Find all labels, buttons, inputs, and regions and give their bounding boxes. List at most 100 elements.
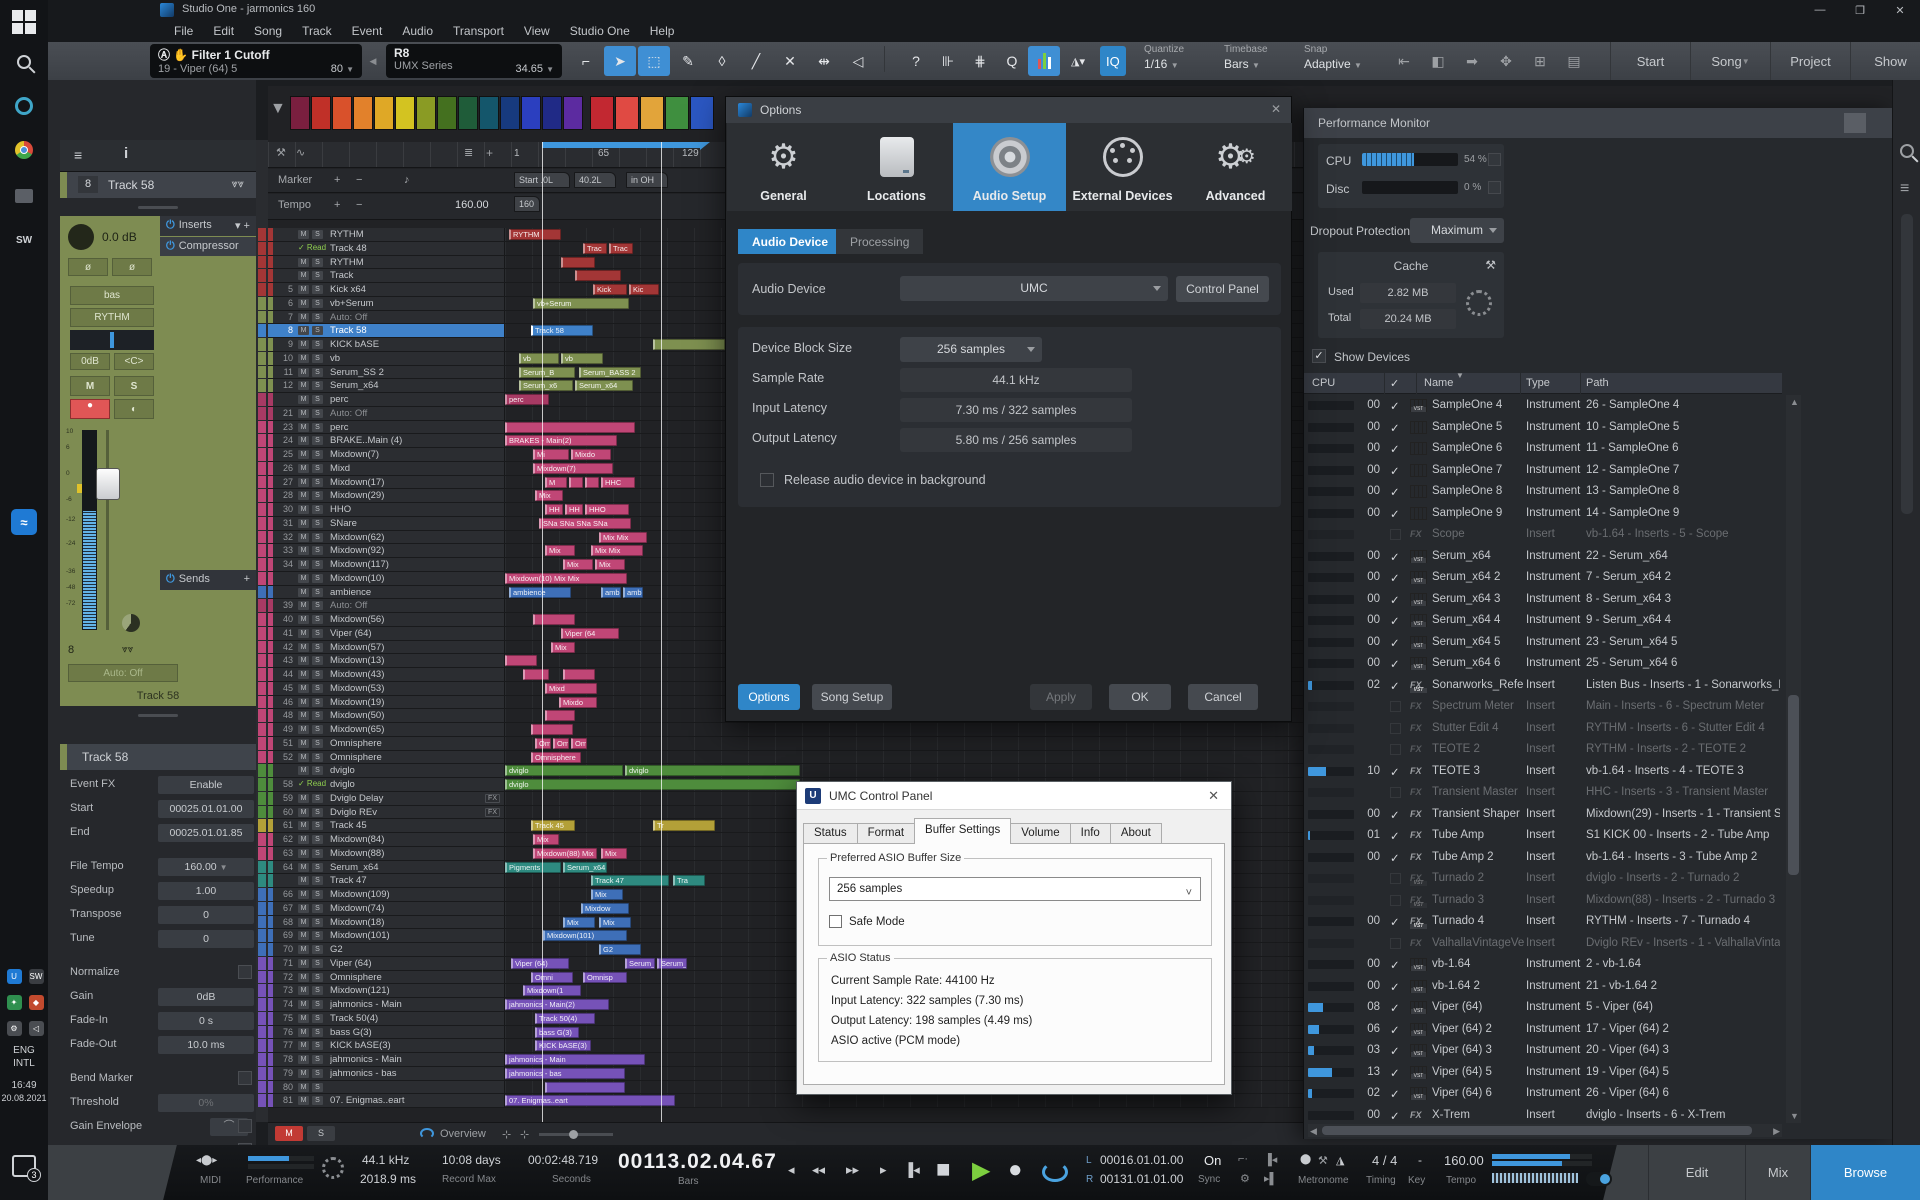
overview-label[interactable]: Overview [440, 1128, 486, 1140]
track-solo[interactable]: S [312, 739, 323, 748]
track-solo[interactable]: S [312, 821, 323, 830]
performance-monitor-titlebar[interactable]: Performance Monitor [1304, 108, 1892, 138]
audio-clip[interactable]: Kick [593, 284, 627, 295]
track-solo[interactable]: S [312, 615, 323, 624]
track-mute[interactable]: M [298, 258, 309, 267]
mute-button[interactable]: M [70, 376, 110, 396]
track-mute[interactable]: M [298, 711, 309, 720]
panel-close-icon[interactable] [1844, 113, 1866, 133]
device-checkbox[interactable]: ✓ [1390, 464, 1400, 478]
device-checkbox[interactable]: ✓ [1390, 829, 1400, 843]
menu-track[interactable]: Track [294, 22, 340, 40]
track-mute[interactable]: M [298, 739, 309, 748]
track-mute[interactable]: M [298, 313, 309, 322]
global-mute-button[interactable]: M [275, 1126, 303, 1141]
param-value[interactable]: 10.0 ms [158, 1036, 254, 1054]
maximize-button[interactable]: ❐ [1840, 0, 1880, 20]
phase-left-button[interactable]: ø [68, 258, 108, 276]
audio-clip[interactable]: Om [553, 738, 569, 749]
audio-clip[interactable]: dviglo [505, 765, 623, 776]
audio-clip[interactable]: Omni [531, 972, 573, 983]
audio-clip[interactable]: dviglo [505, 779, 800, 790]
track-header[interactable]: 23MSperc [268, 421, 505, 434]
track-solo[interactable]: S [312, 368, 323, 377]
meter-toggle[interactable] [1586, 1172, 1612, 1186]
audio-clip[interactable]: Track 50(4) [535, 1013, 595, 1024]
param-value[interactable]: 0 s [158, 1012, 254, 1030]
device-checkbox[interactable]: ✓ [1390, 571, 1400, 585]
track-header[interactable]: 72MSOmnisphere [268, 971, 505, 984]
audio-clip[interactable]: Mix [551, 642, 575, 653]
device-row[interactable]: 00✓SampleOne 4Instrument26 - SampleOne 4 [1304, 395, 1782, 417]
dialog-close-icon[interactable]: ✕ [1271, 102, 1281, 116]
group-quantize[interactable]: Quantize1/16 ▼ [1144, 44, 1216, 78]
palette-color[interactable] [479, 96, 499, 130]
palette-color[interactable] [640, 96, 664, 130]
track-solo[interactable]: S [312, 904, 323, 913]
device-row[interactable]: FXStutter Edit 4InsertRYTHM - Inserts - … [1304, 718, 1782, 740]
track-mute[interactable]: M [298, 670, 309, 679]
track-mute[interactable]: M [298, 959, 309, 968]
device-checkbox[interactable]: ✓ [1390, 980, 1400, 994]
track-mute[interactable]: M [298, 1041, 309, 1050]
arranger-icon[interactable]: ◮▾ [1062, 46, 1094, 76]
device-checkbox[interactable]: ✓ [1390, 593, 1400, 607]
audio-clip[interactable]: Mix [535, 490, 563, 501]
track-header[interactable]: 40MSMixdown(56) [268, 613, 505, 626]
track-solo[interactable]: S [312, 684, 323, 693]
audio-clip[interactable]: Mixdo [559, 697, 597, 708]
song-position-display[interactable]: 00113.02.04.67 [618, 1150, 777, 1174]
device-row[interactable]: 00✓SampleOne 6Instrument11 - SampleOne 6 [1304, 438, 1782, 460]
gain-knob[interactable] [68, 224, 94, 250]
cancel-button[interactable]: Cancel [1188, 684, 1258, 710]
palette-color[interactable] [395, 96, 415, 130]
palette-color[interactable] [437, 96, 457, 130]
track-header[interactable]: 34MSMixdown(117) [268, 558, 505, 571]
track-mute[interactable]: M [298, 588, 309, 597]
inserts-header[interactable]: ⏻Inserts▾ + [160, 216, 256, 236]
tab-audio-device[interactable]: Audio Device [738, 229, 842, 254]
pan-readout[interactable]: <C> [114, 353, 154, 370]
track-solo[interactable]: S [312, 986, 323, 995]
marker-add-icon[interactable]: + [334, 174, 340, 186]
track-solo[interactable]: S [312, 643, 323, 652]
menu-audio[interactable]: Audio [394, 22, 441, 40]
audio-clip[interactable]: vb+Serum [533, 298, 629, 309]
audio-clip[interactable]: HHC [601, 477, 635, 488]
track-solo[interactable]: S [312, 890, 323, 899]
audio-clip[interactable] [505, 422, 635, 433]
song-setup-button[interactable]: Song Setup [812, 684, 892, 710]
audio-clip[interactable]: Serum_x64 [575, 380, 633, 391]
device-row[interactable]: 06✓Viper (64) 2Instrument17 - Viper (64)… [1304, 1019, 1782, 1041]
range-tool[interactable]: ⬚ [638, 46, 670, 76]
track-solo[interactable]: S [312, 354, 323, 363]
track-mute[interactable]: M [298, 381, 309, 390]
param-checkbox[interactable] [238, 1119, 252, 1133]
view-button-mix[interactable]: Mix [1745, 1145, 1810, 1200]
tray-icon-green[interactable]: ✦ [4, 988, 24, 1016]
track-solo[interactable]: S [312, 230, 323, 239]
audio-clip[interactable]: Mi [533, 449, 569, 460]
audio-clip[interactable]: Mix [599, 917, 631, 928]
audio-clip[interactable] [545, 710, 575, 721]
windows-start-icon[interactable] [10, 8, 38, 36]
track-header[interactable]: MSperc [268, 393, 505, 406]
split-cursor-icon[interactable]: ✥ [1490, 46, 1522, 76]
track-mute[interactable]: M [298, 1069, 309, 1078]
loop-end-value[interactable]: 00131.01.01.00 [1100, 1172, 1183, 1186]
arrow-tool[interactable]: ➤ [604, 46, 636, 76]
device-checkbox[interactable]: ✓ [1390, 808, 1400, 822]
track-header[interactable]: 49MSMixdown(65) [268, 723, 505, 736]
fast-forward-button[interactable]: ▸▸ [846, 1162, 859, 1178]
close-button[interactable]: ✕ [1880, 0, 1920, 20]
audio-clip[interactable]: Serum_B [519, 367, 575, 378]
track-mute[interactable]: M [298, 395, 309, 404]
track-solo[interactable]: S [312, 423, 323, 432]
palette-color[interactable] [353, 96, 373, 130]
zoom-q-icon[interactable]: Q [996, 46, 1028, 76]
track-mute[interactable]: M [298, 945, 309, 954]
language-eng[interactable]: ENG [0, 1045, 48, 1056]
setting-dropdown[interactable]: 256 samples [900, 337, 1042, 362]
track-solo[interactable]: S [312, 285, 323, 294]
dialog-titlebar[interactable]: Options ✕ [726, 97, 1291, 123]
